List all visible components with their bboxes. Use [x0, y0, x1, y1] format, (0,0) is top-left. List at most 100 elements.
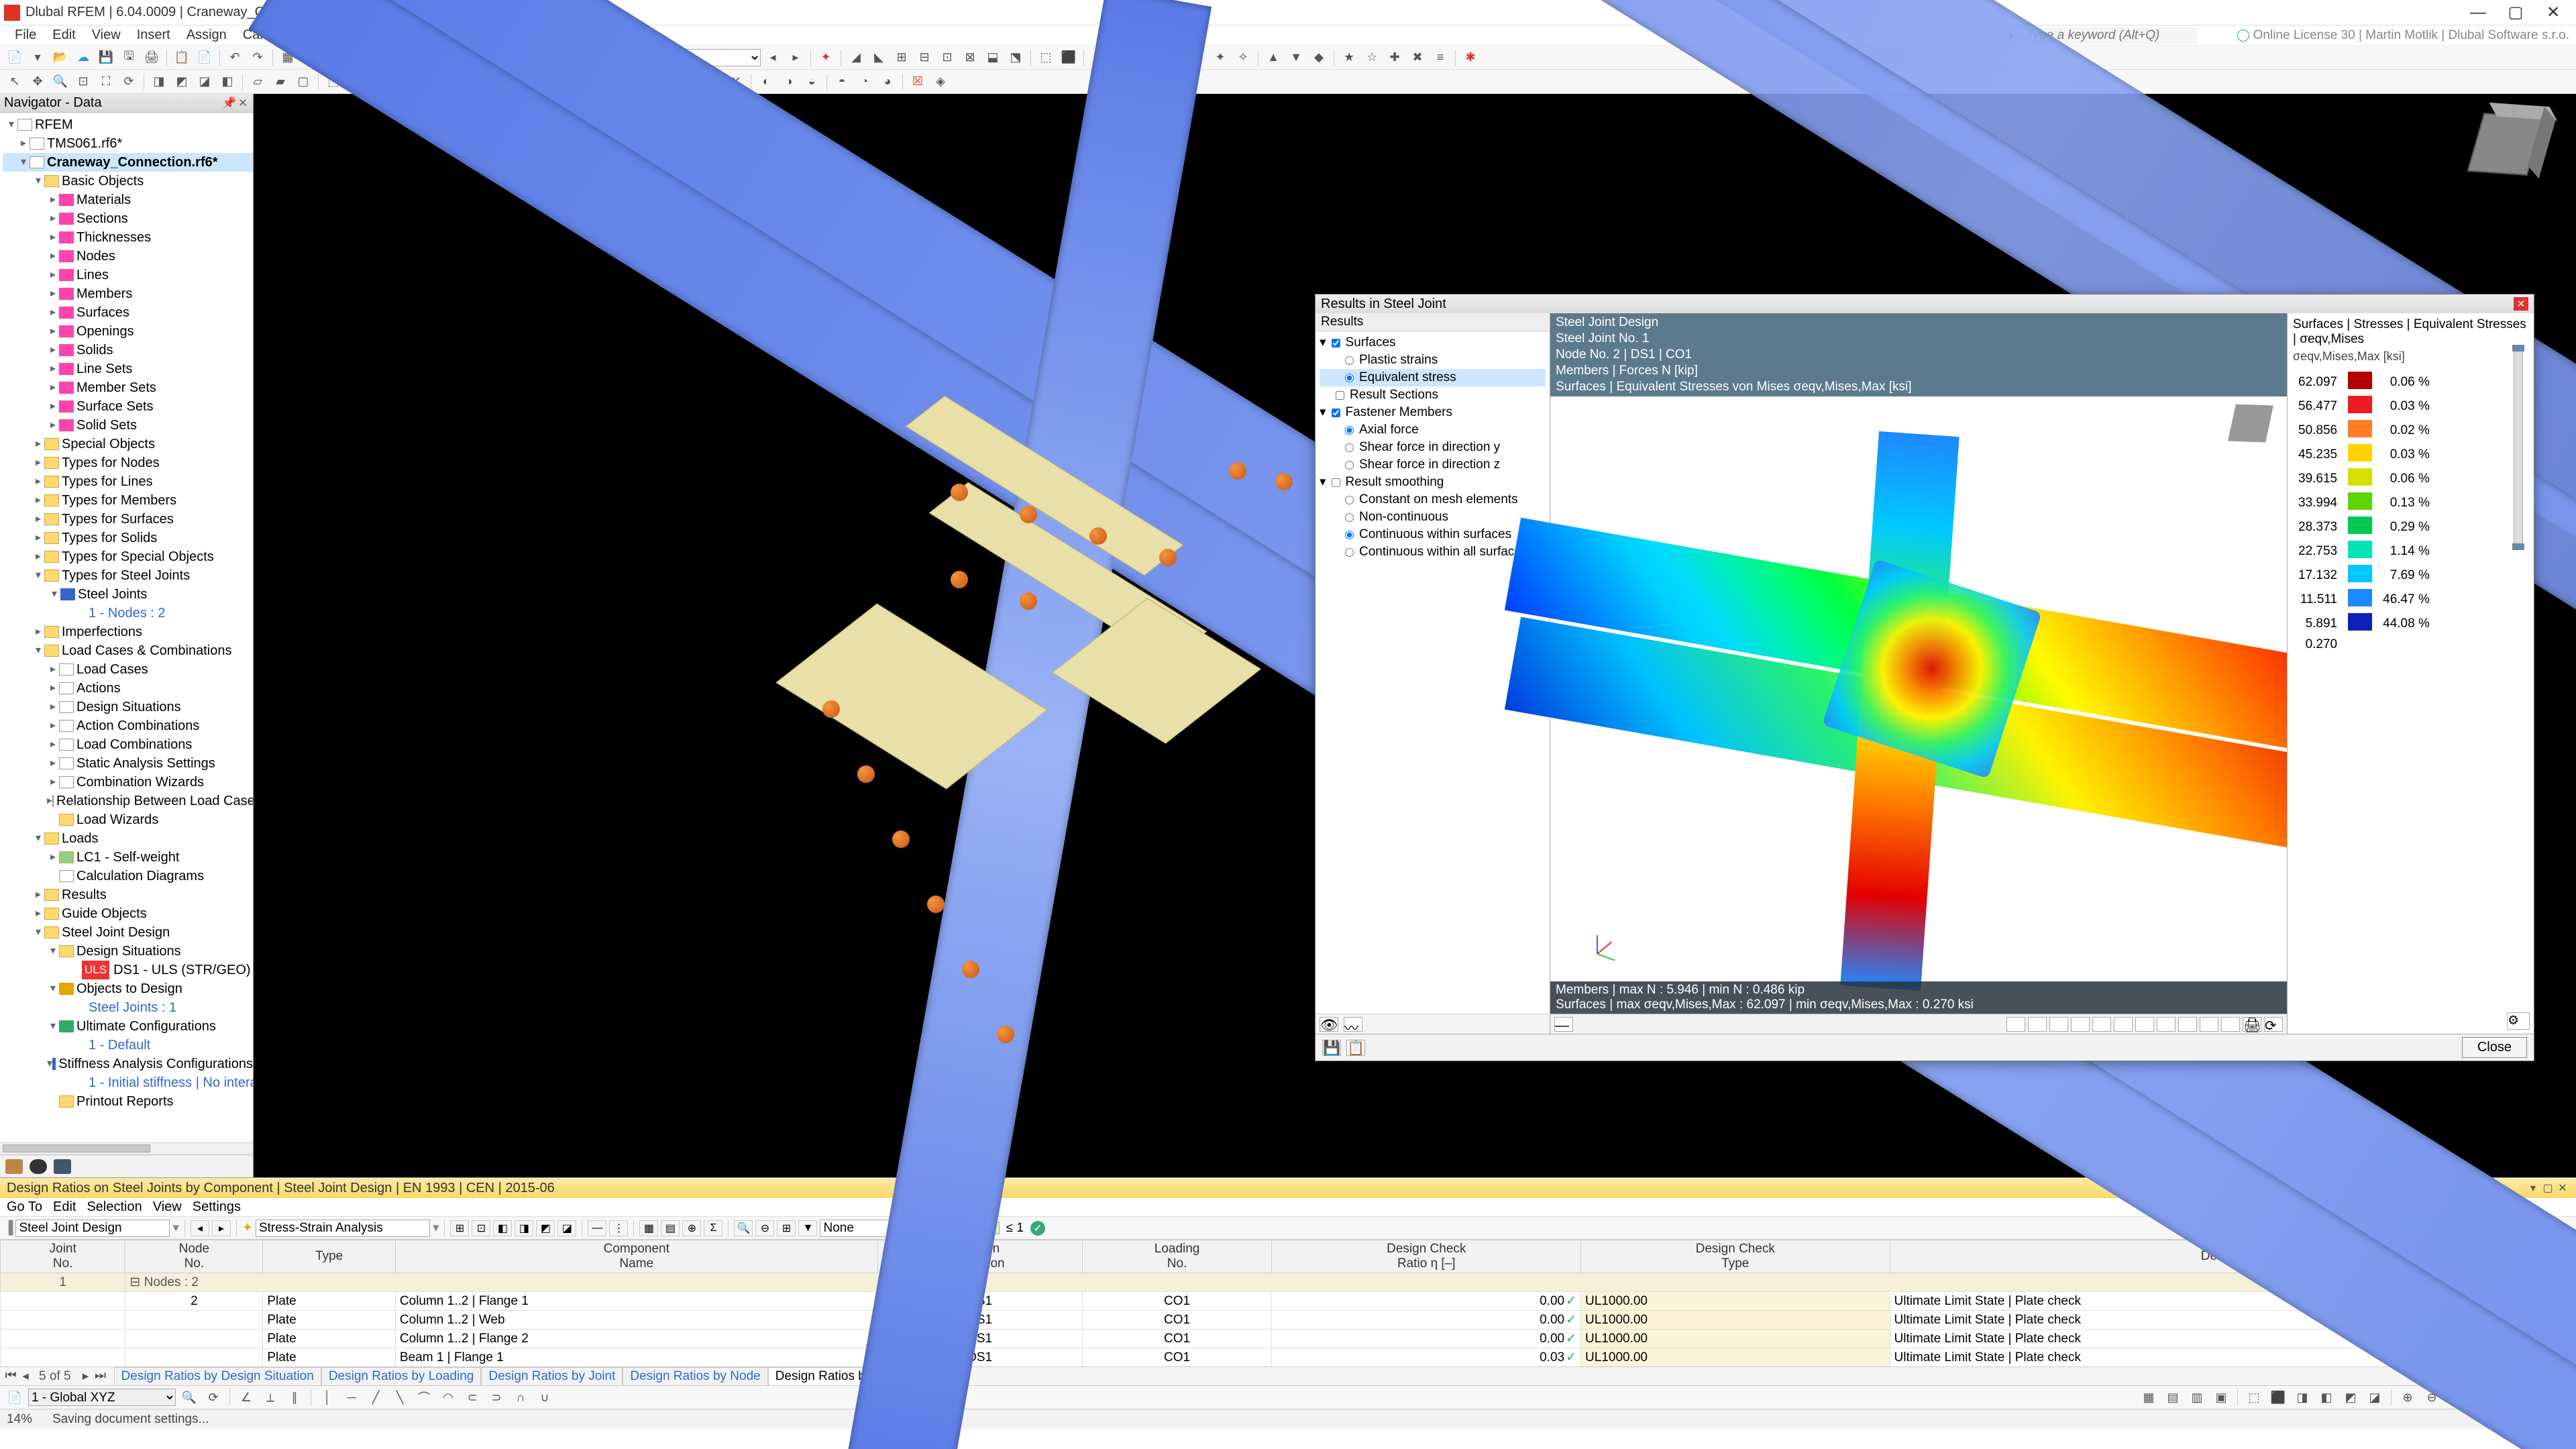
nav-lcc-item[interactable]: Relationship Between Load Cases	[56, 792, 253, 810]
surfaces-node[interactable]: Surfaces	[1346, 334, 1396, 352]
redo-button[interactable]: ↷	[247, 48, 268, 67]
grid-col[interactable]: Design CheckType	[1581, 1240, 1890, 1273]
new-button[interactable]: 📄	[4, 48, 25, 67]
cloud-button[interactable]: ☁	[72, 48, 94, 67]
nav-item[interactable]: Openings	[76, 322, 134, 341]
move-button[interactable]: ✥	[27, 72, 48, 91]
equivalent-stress[interactable]: Equivalent stress	[1359, 369, 1456, 386]
nav-lcc-item[interactable]: Combination Wizards	[76, 773, 204, 792]
nav-close[interactable]: ✕	[237, 97, 249, 110]
rv-print[interactable]: 🖨	[2243, 1017, 2261, 1032]
grid-max[interactable]: ▢	[2541, 1181, 2555, 1195]
rotate-button[interactable]: ⟳	[118, 72, 140, 91]
lc-next[interactable]: ▸	[785, 48, 806, 67]
t4[interactable]: ⊟	[914, 48, 935, 67]
bt-1[interactable]: 📄	[4, 1388, 25, 1407]
plastic-strains[interactable]: Plastic strains	[1359, 352, 1438, 369]
nav-item[interactable]: Surfaces	[76, 303, 129, 322]
gt-b2[interactable]: ⊡	[472, 1220, 490, 1236]
rp-foot-b2[interactable]: 📋	[1346, 1040, 1365, 1056]
nav-sjd-ds[interactable]: Design Situations	[76, 942, 181, 961]
surfaces-check[interactable]	[1332, 339, 1340, 347]
gt-b1[interactable]: ⊞	[450, 1220, 469, 1236]
table-row[interactable]: Plate Column 1..2 | Flange 2 DS1 CO1 0.0…	[1, 1330, 2576, 1348]
nav-lcc-item[interactable]: Static Analysis Settings	[76, 754, 215, 773]
rv-b1[interactable]	[2006, 1017, 2025, 1032]
nav-guide-objects[interactable]: Guide Objects	[62, 904, 147, 923]
nav-active-project[interactable]: Craneway_Connection.rf6*	[47, 153, 218, 172]
legend-settings-button[interactable]: ⚙	[2507, 1012, 2530, 1030]
gt-b5[interactable]: ◩	[536, 1220, 555, 1236]
grid-last[interactable]: ⏭	[94, 1368, 107, 1384]
t18[interactable]: ▲	[1263, 48, 1284, 67]
bt-14[interactable]: ⊃	[486, 1388, 507, 1407]
sz-radio[interactable]	[1345, 461, 1354, 470]
bt-7[interactable]: │	[317, 1388, 338, 1407]
t25[interactable]: ≡	[1430, 48, 1451, 67]
tb2-19[interactable]: ◐	[755, 72, 777, 91]
t17[interactable]: ✧	[1232, 48, 1254, 67]
t6[interactable]: ⊠	[959, 48, 981, 67]
bt-15[interactable]: ∩	[510, 1388, 531, 1407]
nav-otd-leaf[interactable]: Steel Joints : 1	[89, 998, 176, 1017]
t21[interactable]: ★	[1338, 48, 1360, 67]
gt-b15[interactable]: ⊞	[777, 1220, 796, 1236]
gt-b10[interactable]: ▤	[661, 1220, 680, 1236]
t19[interactable]: ▼	[1285, 48, 1307, 67]
grid-col[interactable]: Type	[263, 1240, 396, 1273]
fastener-members[interactable]: Fastener Members	[1346, 404, 1452, 421]
rv-b3[interactable]	[2049, 1017, 2068, 1032]
nav-types-steel-joints[interactable]: Types for Steel Joints	[62, 566, 190, 585]
nav-lcc-item[interactable]: Actions	[76, 679, 121, 698]
gt-b13[interactable]: 🔍	[734, 1220, 753, 1236]
tb2-22[interactable]: ◓	[831, 72, 853, 91]
t2[interactable]: ◣	[868, 48, 890, 67]
nav-imperfections[interactable]: Imperfections	[62, 623, 142, 641]
gt-b14[interactable]: ⊖	[755, 1220, 774, 1236]
gt-b4[interactable]: ◨	[515, 1220, 533, 1236]
sm4-radio[interactable]	[1345, 548, 1354, 557]
t5[interactable]: ⊡	[936, 48, 958, 67]
rv-b9[interactable]	[2178, 1017, 2197, 1032]
gt-b9[interactable]: ▦	[639, 1220, 658, 1236]
sm3-radio[interactable]	[1345, 531, 1354, 539]
nav-item[interactable]: Surface Sets	[76, 397, 154, 416]
bt-r11[interactable]: ⊕	[2397, 1388, 2418, 1407]
gt-b7[interactable]: —	[588, 1220, 606, 1236]
solid-button[interactable]: ▰	[270, 72, 291, 91]
open-button[interactable]: 📂	[50, 48, 71, 67]
nav-uc[interactable]: Ultimate Configurations	[76, 1017, 216, 1036]
bt-3[interactable]: ⟳	[203, 1388, 224, 1407]
grid-col[interactable]: LoadingNo.	[1082, 1240, 1272, 1273]
nav-item[interactable]: Materials	[76, 191, 131, 209]
grid-settings[interactable]: Settings	[193, 1199, 241, 1215]
nav-steel-joints[interactable]: Steel Joints	[78, 585, 147, 604]
result-sections[interactable]: Result Sections	[1350, 386, 1438, 404]
nav-item[interactable]: Member Sets	[76, 378, 156, 397]
bt-r7[interactable]: ◨	[2292, 1388, 2313, 1407]
grid-view[interactable]: View	[153, 1199, 182, 1215]
rv-b7[interactable]	[2135, 1017, 2154, 1032]
xview-button[interactable]: ◩	[171, 72, 193, 91]
shear-z[interactable]: Shear force in direction z	[1359, 456, 1500, 474]
fastener-check[interactable]	[1332, 409, 1340, 417]
bt-r5[interactable]: ⬚	[2243, 1388, 2265, 1407]
navigation-cube[interactable]	[2475, 114, 2549, 188]
t3[interactable]: ⊞	[891, 48, 912, 67]
rv-b6[interactable]	[2114, 1017, 2133, 1032]
grid-next[interactable]: ▸	[79, 1368, 93, 1384]
sy-radio[interactable]	[1345, 443, 1354, 452]
bt-r1[interactable]: ▦	[2138, 1388, 2159, 1407]
tb2-20[interactable]: ◑	[778, 72, 800, 91]
nav-item[interactable]: Line Sets	[76, 360, 132, 378]
rv-b11[interactable]	[2221, 1017, 2240, 1032]
iso-button[interactable]: ◨	[148, 72, 170, 91]
gt-b0[interactable]: ◂	[191, 1220, 209, 1236]
nav-basic-objects[interactable]: Basic Objects	[62, 172, 144, 191]
nav-group[interactable]: Types for Nodes	[62, 453, 160, 472]
results-eye-button[interactable]: 👁	[1320, 1017, 1338, 1032]
coord-system-select[interactable]: 1 - Global XYZ	[28, 1389, 176, 1406]
nav-otd[interactable]: Objects to Design	[76, 979, 182, 998]
results-nav-cube[interactable]	[2232, 405, 2279, 451]
results-close-button[interactable]: ✕	[2514, 297, 2528, 311]
